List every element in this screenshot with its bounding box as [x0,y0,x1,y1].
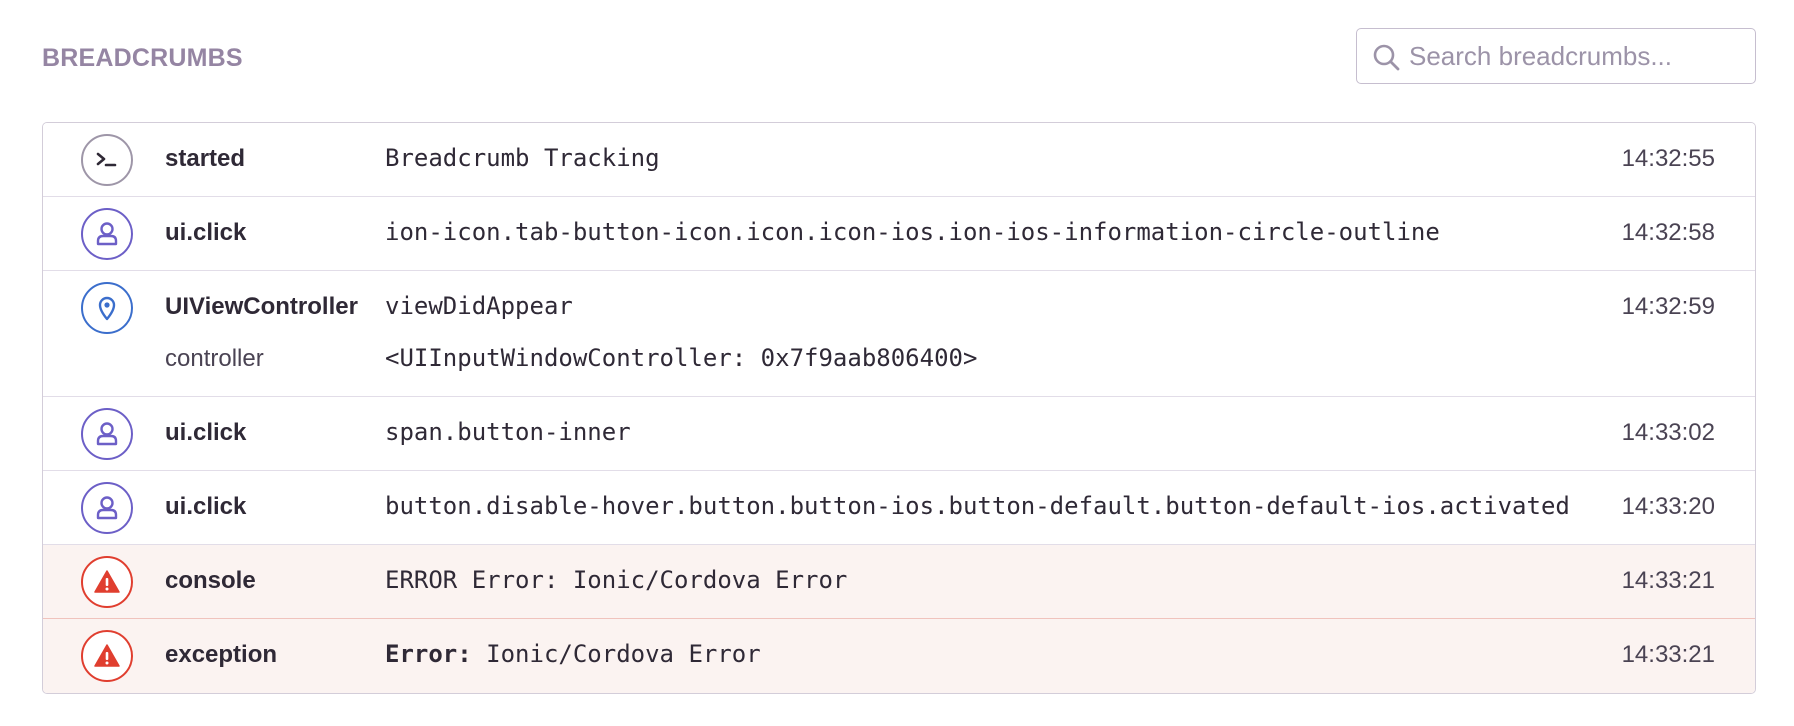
breadcrumb-row-error[interactable]: exception Error: Ionic/Cordova Error 14:… [43,619,1755,693]
location-pin-icon [81,282,133,334]
user-icon [81,408,133,460]
breadcrumbs-header: BREADCRUMBS [42,28,1756,84]
breadcrumb-category: exception [165,641,278,668]
breadcrumb-message: Error: Ionic/Cordova Error [385,640,761,668]
breadcrumb-row[interactable]: started Breadcrumb Tracking 14:32:55 [43,123,1755,197]
breadcrumb-time: 14:33:20 [1621,493,1715,520]
breadcrumb-row[interactable]: UIViewController viewDidAppear 14:32:59 … [43,271,1755,397]
warning-icon [81,556,133,608]
breadcrumb-time: 14:32:55 [1621,145,1715,172]
exception-value: Ionic/Cordova Error [486,640,761,668]
breadcrumb-category: UIViewController [165,293,358,320]
breadcrumb-list: started Breadcrumb Tracking 14:32:55 ui.… [42,122,1756,694]
section-title: BREADCRUMBS [42,44,243,72]
breadcrumb-message: ion-icon.tab-button-icon.icon.icon-ios.i… [385,218,1440,246]
exception-type: Error: [385,640,472,668]
breadcrumb-time: 14:33:21 [1621,567,1715,594]
user-icon [81,482,133,534]
breadcrumb-category: ui.click [165,219,247,246]
breadcrumb-category: started [165,145,246,172]
search-icon [1373,44,1400,71]
search-input[interactable] [1409,37,1739,75]
breadcrumb-time: 14:32:59 [1621,293,1715,320]
search-box[interactable] [1356,28,1756,84]
warning-icon [81,630,133,682]
breadcrumb-row[interactable]: ui.click span.button-inner 14:33:02 [43,397,1755,471]
breadcrumb-row[interactable]: ui.click button.disable-hover.button.but… [43,471,1755,545]
breadcrumb-time: 14:33:02 [1621,419,1715,446]
breadcrumb-category: console [165,567,256,594]
breadcrumb-time: 14:32:58 [1621,219,1715,246]
breadcrumb-time: 14:33:21 [1621,641,1715,668]
breadcrumb-row[interactable]: ui.click ion-icon.tab-button-icon.icon.i… [43,197,1755,271]
breadcrumb-message: button.disable-hover.button.button-ios.b… [385,492,1570,520]
breadcrumb-row-error[interactable]: console ERROR Error: Ionic/Cordova Error… [43,545,1755,619]
breadcrumb-message: viewDidAppear [385,292,573,320]
breadcrumb-data-value: <UIInputWindowController: 0x7f9aab806400… [385,344,978,372]
breadcrumb-message: span.button-inner [385,418,631,446]
breadcrumb-data-key: controller [165,345,264,372]
breadcrumb-category: ui.click [165,493,247,520]
user-icon [81,208,133,260]
breadcrumb-message: Breadcrumb Tracking [385,144,660,172]
terminal-icon [81,134,133,186]
breadcrumb-message: ERROR Error: Ionic/Cordova Error [385,566,848,594]
breadcrumb-category: ui.click [165,419,247,446]
